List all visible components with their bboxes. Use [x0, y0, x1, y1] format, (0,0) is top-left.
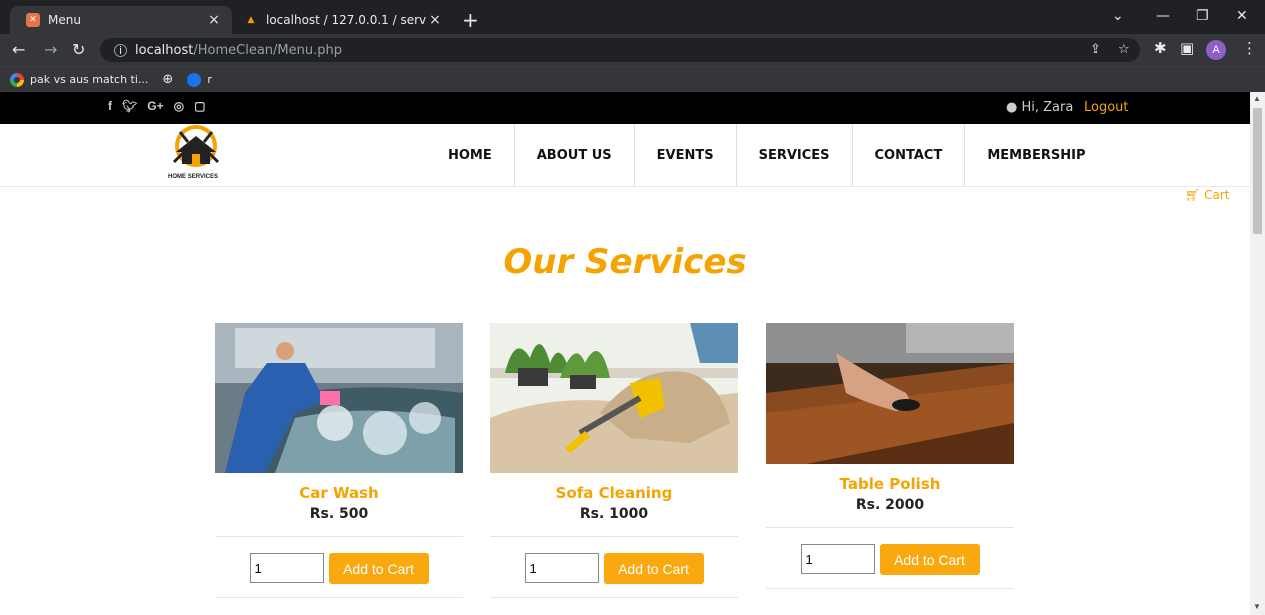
bookmark-item[interactable]: r: [187, 72, 212, 87]
forward-icon[interactable]: →: [44, 38, 57, 62]
new-tab-button[interactable]: +: [462, 10, 479, 30]
service-price: Rs. 500: [309, 506, 369, 522]
bookmarks-bar: pak vs aus match ti... ⊕ r: [0, 66, 1265, 92]
add-to-cart-button[interactable]: Add to Cart: [328, 553, 429, 584]
cart-link[interactable]: 🛒︎ Cart: [1185, 188, 1229, 202]
social-links: f 🐦︎ G+ ◎ ▢: [108, 99, 205, 113]
tab-title: Menu: [48, 13, 81, 27]
nav-home[interactable]: HOME: [426, 124, 515, 186]
tab-title: localhost / 127.0.0.1 / service / u:: [266, 13, 427, 27]
user-icon: ●: [1006, 100, 1018, 115]
phpmyadmin-icon: ▲: [247, 15, 255, 25]
logo-text: HOME SERVICES: [168, 174, 218, 180]
tab-search-icon[interactable]: ⌄: [1112, 8, 1124, 24]
bookmark-label: r: [207, 73, 212, 86]
bookmark-label: pak vs aus match ti...: [30, 73, 149, 86]
side-panel-icon[interactable]: ▣: [1180, 39, 1194, 57]
divider: [215, 536, 463, 537]
google-icon: [10, 72, 24, 87]
divider: [490, 536, 738, 537]
greeting-text: Hi, Zara: [1021, 100, 1074, 115]
url-host: localhost: [135, 42, 194, 58]
site-topbar: f 🐦︎ G+ ◎ ▢ ● Hi, Zara Logout: [0, 92, 1250, 124]
service-name: Table Polish: [839, 475, 941, 493]
site-info-icon[interactable]: i: [114, 43, 127, 57]
back-icon[interactable]: ←: [12, 38, 25, 62]
car-wash-image: [215, 323, 463, 473]
more-menu-icon[interactable]: ⋮: [1242, 39, 1257, 57]
table-polish-image: [766, 323, 1014, 464]
whatsapp-icon[interactable]: ◎: [174, 99, 184, 113]
service-price: Rs. 2000: [855, 497, 925, 513]
nav-contact[interactable]: CONTACT: [853, 124, 966, 186]
nav-about-us[interactable]: ABOUT US: [515, 124, 635, 186]
minimize-icon[interactable]: —: [1156, 8, 1170, 24]
globe-icon: ⊕: [162, 72, 174, 87]
quantity-input[interactable]: [249, 553, 324, 583]
tab-menu[interactable]: ✕ Menu ×: [10, 6, 232, 34]
tab-phpmyadmin[interactable]: ▲ localhost / 127.0.0.1 / service / u: ×: [236, 6, 451, 34]
close-icon[interactable]: ×: [427, 12, 443, 28]
share-icon[interactable]: ⇪: [1090, 42, 1101, 57]
bookmark-item[interactable]: pak vs aus match ti...: [10, 72, 149, 87]
service-name: Car Wash: [299, 484, 379, 502]
divider: [766, 527, 1014, 528]
instagram-icon[interactable]: ▢: [194, 99, 205, 113]
chrome-icon: [187, 72, 202, 87]
twitter-icon[interactable]: 🐦︎: [122, 99, 137, 113]
facebook-icon[interactable]: f: [108, 99, 112, 113]
nav-events[interactable]: EVENTS: [635, 124, 737, 186]
divider: [490, 597, 738, 598]
bookmark-item[interactable]: ⊕: [162, 72, 173, 87]
page-title: Our Services: [503, 242, 747, 282]
restore-icon[interactable]: ❐: [1196, 8, 1209, 24]
service-card: Table Polish Rs. 2000 Add to Cart: [766, 323, 1014, 589]
scroll-up-icon[interactable]: ▲: [1253, 94, 1261, 103]
divider: [215, 597, 463, 598]
address-bar-row: ← → ↻ i localhost /HomeClean/Menu.php ⇪ …: [0, 34, 1265, 66]
scrollbar[interactable]: ▲ ▼: [1250, 92, 1265, 615]
nav-membership[interactable]: MEMBERSHIP: [965, 124, 1107, 186]
avatar[interactable]: A: [1206, 40, 1226, 60]
xampp-icon: ✕: [26, 13, 40, 27]
sofa-cleaning-image: [490, 323, 738, 473]
add-to-cart-button[interactable]: Add to Cart: [603, 553, 704, 584]
divider: [766, 588, 1014, 589]
extensions-icon[interactable]: ✱: [1154, 39, 1167, 57]
quantity-input[interactable]: [524, 553, 599, 583]
scrollbar-thumb[interactable]: [1253, 108, 1262, 234]
service-card: Sofa Cleaning Rs. 1000 Add to Cart: [490, 323, 738, 598]
window-close-icon[interactable]: ✕: [1236, 8, 1248, 24]
nav-services[interactable]: SERVICES: [737, 124, 853, 186]
browser-tab-bar: ✕ Menu × ▲ localhost / 127.0.0.1 / servi…: [0, 0, 1265, 34]
service-price: Rs. 1000: [579, 506, 649, 522]
logout-link[interactable]: Logout: [1084, 100, 1129, 115]
site-header: HOME SERVICES HOME ABOUT US EVENTS SERVI…: [0, 124, 1250, 187]
bookmark-star-icon[interactable]: ☆: [1118, 42, 1130, 57]
quantity-input[interactable]: [800, 544, 875, 574]
web-page: f 🐦︎ G+ ◎ ▢ ● Hi, Zara Logout HOME SERVI…: [0, 92, 1250, 615]
reload-icon[interactable]: ↻: [72, 38, 85, 62]
cart-icon: 🛒︎: [1185, 188, 1201, 202]
service-card: Car Wash Rs. 500 Add to Cart: [215, 323, 463, 598]
google-plus-icon[interactable]: G+: [147, 99, 163, 113]
main-nav: HOME ABOUT US EVENTS SERVICES CONTACT ME…: [426, 124, 1108, 186]
user-greeting: ● Hi, Zara: [1006, 100, 1073, 115]
cart-label: Cart: [1204, 188, 1230, 202]
scroll-down-icon[interactable]: ▼: [1253, 602, 1261, 611]
add-to-cart-button[interactable]: Add to Cart: [879, 544, 980, 575]
close-icon[interactable]: ×: [206, 12, 222, 28]
service-name: Sofa Cleaning: [555, 484, 673, 502]
url-path: /HomeClean/Menu.php: [193, 42, 342, 58]
url-field[interactable]: i localhost /HomeClean/Menu.php ⇪ ☆: [100, 38, 1140, 62]
